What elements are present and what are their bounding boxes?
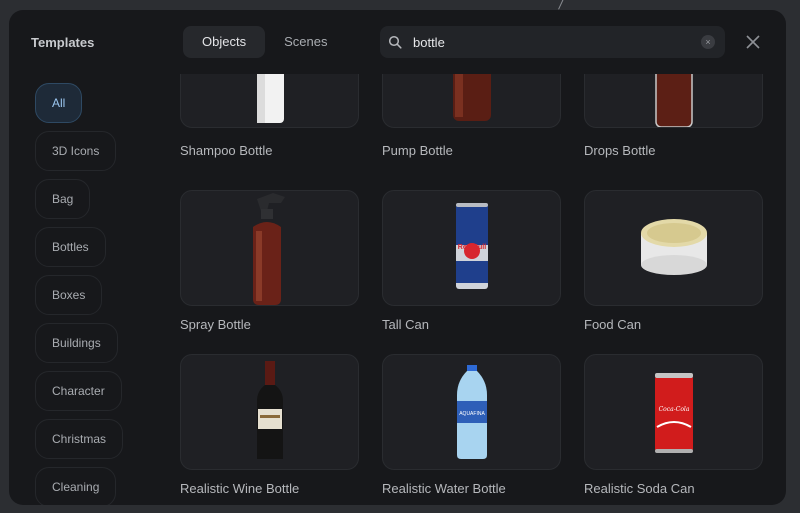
tab-scenes[interactable]: Scenes: [265, 26, 346, 58]
template-thumbnail[interactable]: Coca-Cola: [584, 354, 763, 470]
close-icon[interactable]: [745, 34, 761, 50]
template-thumbnail[interactable]: [584, 190, 763, 306]
water-brand-label: AQUAFINA: [459, 411, 485, 417]
can-brand-label: Red Bull: [458, 244, 486, 251]
shampoo-bottle-image: [257, 74, 284, 123]
category-buildings[interactable]: Buildings: [35, 323, 118, 363]
background-line: [558, 0, 565, 10]
food-can-image: [641, 219, 707, 275]
tall-can-image: Red Bull: [456, 203, 488, 289]
template-thumbnail[interactable]: Red Bull: [382, 190, 561, 306]
template-thumbnail[interactable]: [382, 74, 561, 128]
category-all[interactable]: All: [35, 83, 83, 123]
tab-switcher: Objects Scenes: [183, 26, 369, 58]
soda-brand-label: Coca-Cola: [659, 406, 690, 413]
search-input[interactable]: [413, 26, 693, 58]
template-grid: Shampoo Bottle Pump Bottle Drops Bottle: [180, 74, 770, 505]
category-cleaning[interactable]: Cleaning: [35, 467, 117, 505]
template-label: Pump Bottle: [382, 143, 453, 158]
category-list: All 3D Icons Bag Bottles Boxes Buildings…: [9, 10, 159, 505]
template-label: Realistic Water Bottle: [382, 481, 506, 496]
drops-bottle-image: [655, 74, 693, 127]
tab-objects[interactable]: Objects: [183, 26, 266, 58]
category-bag[interactable]: Bag: [35, 179, 91, 219]
category-character[interactable]: Character: [35, 371, 122, 411]
template-label: Tall Can: [382, 317, 429, 332]
template-thumbnail[interactable]: AQUAFINA: [382, 354, 561, 470]
water-bottle-image: AQUAFINA: [457, 365, 487, 459]
template-label: Realistic Wine Bottle: [180, 481, 300, 496]
category-3d-icons[interactable]: 3D Icons: [35, 131, 117, 171]
clear-search-button[interactable]: ×: [701, 35, 715, 49]
search-bar: ×: [380, 26, 725, 58]
pump-bottle-image: [453, 74, 491, 121]
template-label: Shampoo Bottle: [180, 143, 273, 158]
category-boxes[interactable]: Boxes: [35, 275, 103, 315]
template-label: Spray Bottle: [180, 317, 251, 332]
wine-bottle-image: [257, 361, 283, 459]
template-thumbnail[interactable]: [180, 74, 359, 128]
spray-bottle-image: [253, 193, 285, 305]
soda-can-image: Coca-Cola: [655, 373, 693, 453]
template-label: Drops Bottle: [584, 143, 656, 158]
category-christmas[interactable]: Christmas: [35, 419, 124, 459]
template-label: Food Can: [584, 317, 642, 332]
search-icon: [388, 35, 402, 49]
template-thumbnail[interactable]: [180, 190, 359, 306]
category-bottles[interactable]: Bottles: [35, 227, 106, 267]
template-thumbnail[interactable]: [180, 354, 359, 470]
template-thumbnail[interactable]: [584, 74, 763, 128]
template-label: Realistic Soda Can: [584, 481, 695, 496]
templates-modal: Templates Objects Scenes × All 3D Icons …: [9, 10, 786, 505]
